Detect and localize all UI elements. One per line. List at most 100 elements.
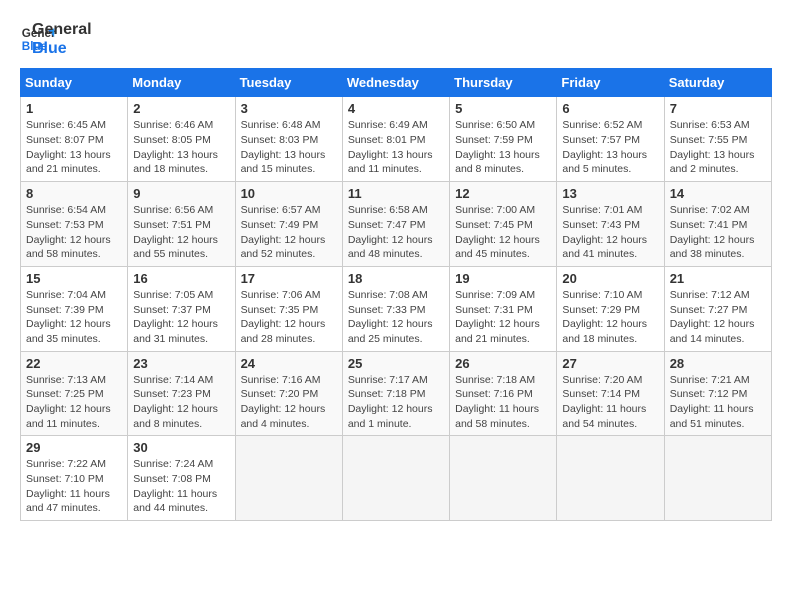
empty-cell (664, 436, 771, 521)
day-info: Sunrise: 7:06 AM Sunset: 7:35 PM Dayligh… (241, 288, 337, 347)
day-cell-24: 24 Sunrise: 7:16 AM Sunset: 7:20 PM Dayli… (235, 351, 342, 436)
day-info: Sunrise: 7:01 AM Sunset: 7:43 PM Dayligh… (562, 203, 658, 262)
day-info: Sunrise: 6:58 AM Sunset: 7:47 PM Dayligh… (348, 203, 444, 262)
day-number: 1 (26, 101, 122, 116)
calendar-table: SundayMondayTuesdayWednesdayThursdayFrid… (20, 68, 772, 521)
day-cell-9: 9 Sunrise: 6:56 AM Sunset: 7:51 PM Daylig… (128, 182, 235, 267)
day-cell-18: 18 Sunrise: 7:08 AM Sunset: 7:33 PM Dayli… (342, 266, 449, 351)
day-number: 7 (670, 101, 766, 116)
day-number: 14 (670, 186, 766, 201)
day-info: Sunrise: 6:48 AM Sunset: 8:03 PM Dayligh… (241, 118, 337, 177)
day-number: 24 (241, 356, 337, 371)
day-number: 18 (348, 271, 444, 286)
header-friday: Friday (557, 69, 664, 97)
day-info: Sunrise: 7:21 AM Sunset: 7:12 PM Dayligh… (670, 373, 766, 432)
day-number: 15 (26, 271, 122, 286)
day-number: 29 (26, 440, 122, 455)
day-cell-11: 11 Sunrise: 6:58 AM Sunset: 7:47 PM Dayli… (342, 182, 449, 267)
day-number: 19 (455, 271, 551, 286)
day-number: 28 (670, 356, 766, 371)
day-cell-23: 23 Sunrise: 7:14 AM Sunset: 7:23 PM Dayli… (128, 351, 235, 436)
day-info: Sunrise: 6:53 AM Sunset: 7:55 PM Dayligh… (670, 118, 766, 177)
day-cell-17: 17Sunrise: 7:06 AM Sunset: 7:35 PM Dayli… (235, 266, 342, 351)
day-info: Sunrise: 6:57 AM Sunset: 7:49 PM Dayligh… (241, 203, 337, 262)
day-cell-20: 20 Sunrise: 7:10 AM Sunset: 7:29 PM Dayli… (557, 266, 664, 351)
day-cell-5: 5 Sunrise: 6:50 AM Sunset: 7:59 PM Daylig… (450, 97, 557, 182)
day-info: Sunrise: 6:49 AM Sunset: 8:01 PM Dayligh… (348, 118, 444, 177)
day-cell-16: 16Sunrise: 7:05 AM Sunset: 7:37 PM Dayli… (128, 266, 235, 351)
day-info: Sunrise: 7:04 AM Sunset: 7:39 PM Dayligh… (26, 288, 122, 347)
day-info: Sunrise: 7:13 AM Sunset: 7:25 PM Dayligh… (26, 373, 122, 432)
week-row-4: 22Sunrise: 7:13 AM Sunset: 7:25 PM Dayli… (21, 351, 772, 436)
day-number: 6 (562, 101, 658, 116)
empty-cell (235, 436, 342, 521)
day-info: Sunrise: 6:52 AM Sunset: 7:57 PM Dayligh… (562, 118, 658, 177)
day-cell-19: 19 Sunrise: 7:09 AM Sunset: 7:31 PM Dayli… (450, 266, 557, 351)
day-number: 3 (241, 101, 337, 116)
day-number: 13 (562, 186, 658, 201)
day-cell-26: 26 Sunrise: 7:18 AM Sunset: 7:16 PM Dayli… (450, 351, 557, 436)
day-info: Sunrise: 7:08 AM Sunset: 7:33 PM Dayligh… (348, 288, 444, 347)
day-cell-30: 30 Sunrise: 7:24 AM Sunset: 7:08 PM Dayli… (128, 436, 235, 521)
day-number: 20 (562, 271, 658, 286)
day-cell-28: 28 Sunrise: 7:21 AM Sunset: 7:12 PM Dayli… (664, 351, 771, 436)
day-number: 23 (133, 356, 229, 371)
empty-cell (557, 436, 664, 521)
day-info: Sunrise: 7:17 AM Sunset: 7:18 PM Dayligh… (348, 373, 444, 432)
day-info: Sunrise: 7:22 AM Sunset: 7:10 PM Dayligh… (26, 457, 122, 516)
day-info: Sunrise: 7:18 AM Sunset: 7:16 PM Dayligh… (455, 373, 551, 432)
day-number: 25 (348, 356, 444, 371)
logo: General Blue General Blue (20, 20, 92, 58)
week-row-5: 29 Sunrise: 7:22 AM Sunset: 7:10 PM Dayli… (21, 436, 772, 521)
day-cell-15: 15 Sunrise: 7:04 AM Sunset: 7:39 PM Dayli… (21, 266, 128, 351)
day-cell-10: 10Sunrise: 6:57 AM Sunset: 7:49 PM Dayli… (235, 182, 342, 267)
header-wednesday: Wednesday (342, 69, 449, 97)
day-info: Sunrise: 7:12 AM Sunset: 7:27 PM Dayligh… (670, 288, 766, 347)
day-info: Sunrise: 7:14 AM Sunset: 7:23 PM Dayligh… (133, 373, 229, 432)
day-info: Sunrise: 6:54 AM Sunset: 7:53 PM Dayligh… (26, 203, 122, 262)
day-cell-14: 14 Sunrise: 7:02 AM Sunset: 7:41 PM Dayli… (664, 182, 771, 267)
header-sunday: Sunday (21, 69, 128, 97)
week-row-3: 15 Sunrise: 7:04 AM Sunset: 7:39 PM Dayli… (21, 266, 772, 351)
week-row-2: 8Sunrise: 6:54 AM Sunset: 7:53 PM Daylig… (21, 182, 772, 267)
day-info: Sunrise: 6:45 AM Sunset: 8:07 PM Dayligh… (26, 118, 122, 177)
day-number: 12 (455, 186, 551, 201)
day-info: Sunrise: 7:09 AM Sunset: 7:31 PM Dayligh… (455, 288, 551, 347)
day-number: 5 (455, 101, 551, 116)
day-cell-27: 27Sunrise: 7:20 AM Sunset: 7:14 PM Dayli… (557, 351, 664, 436)
logo-general: General (32, 20, 92, 39)
day-cell-25: 25 Sunrise: 7:17 AM Sunset: 7:18 PM Dayli… (342, 351, 449, 436)
day-number: 30 (133, 440, 229, 455)
day-cell-8: 8Sunrise: 6:54 AM Sunset: 7:53 PM Daylig… (21, 182, 128, 267)
day-cell-22: 22Sunrise: 7:13 AM Sunset: 7:25 PM Dayli… (21, 351, 128, 436)
day-cell-6: 6 Sunrise: 6:52 AM Sunset: 7:57 PM Daylig… (557, 97, 664, 182)
day-number: 9 (133, 186, 229, 201)
day-info: Sunrise: 7:16 AM Sunset: 7:20 PM Dayligh… (241, 373, 337, 432)
day-cell-4: 4 Sunrise: 6:49 AM Sunset: 8:01 PM Daylig… (342, 97, 449, 182)
empty-cell (342, 436, 449, 521)
day-info: Sunrise: 7:05 AM Sunset: 7:37 PM Dayligh… (133, 288, 229, 347)
day-info: Sunrise: 7:00 AM Sunset: 7:45 PM Dayligh… (455, 203, 551, 262)
day-number: 26 (455, 356, 551, 371)
day-number: 2 (133, 101, 229, 116)
day-info: Sunrise: 7:10 AM Sunset: 7:29 PM Dayligh… (562, 288, 658, 347)
logo-blue: Blue (32, 39, 92, 58)
day-cell-12: 12 Sunrise: 7:00 AM Sunset: 7:45 PM Dayli… (450, 182, 557, 267)
week-row-1: 1 Sunrise: 6:45 AM Sunset: 8:07 PM Daylig… (21, 97, 772, 182)
day-info: Sunrise: 6:46 AM Sunset: 8:05 PM Dayligh… (133, 118, 229, 177)
day-number: 11 (348, 186, 444, 201)
header-thursday: Thursday (450, 69, 557, 97)
day-cell-2: 2 Sunrise: 6:46 AM Sunset: 8:05 PM Daylig… (128, 97, 235, 182)
page-header: General Blue General Blue (20, 20, 772, 58)
day-number: 21 (670, 271, 766, 286)
day-info: Sunrise: 7:02 AM Sunset: 7:41 PM Dayligh… (670, 203, 766, 262)
day-info: Sunrise: 7:24 AM Sunset: 7:08 PM Dayligh… (133, 457, 229, 516)
day-info: Sunrise: 7:20 AM Sunset: 7:14 PM Dayligh… (562, 373, 658, 432)
day-info: Sunrise: 6:56 AM Sunset: 7:51 PM Dayligh… (133, 203, 229, 262)
day-cell-29: 29 Sunrise: 7:22 AM Sunset: 7:10 PM Dayli… (21, 436, 128, 521)
day-number: 4 (348, 101, 444, 116)
day-cell-3: 3 Sunrise: 6:48 AM Sunset: 8:03 PM Daylig… (235, 97, 342, 182)
header-saturday: Saturday (664, 69, 771, 97)
day-info: Sunrise: 6:50 AM Sunset: 7:59 PM Dayligh… (455, 118, 551, 177)
header-monday: Monday (128, 69, 235, 97)
